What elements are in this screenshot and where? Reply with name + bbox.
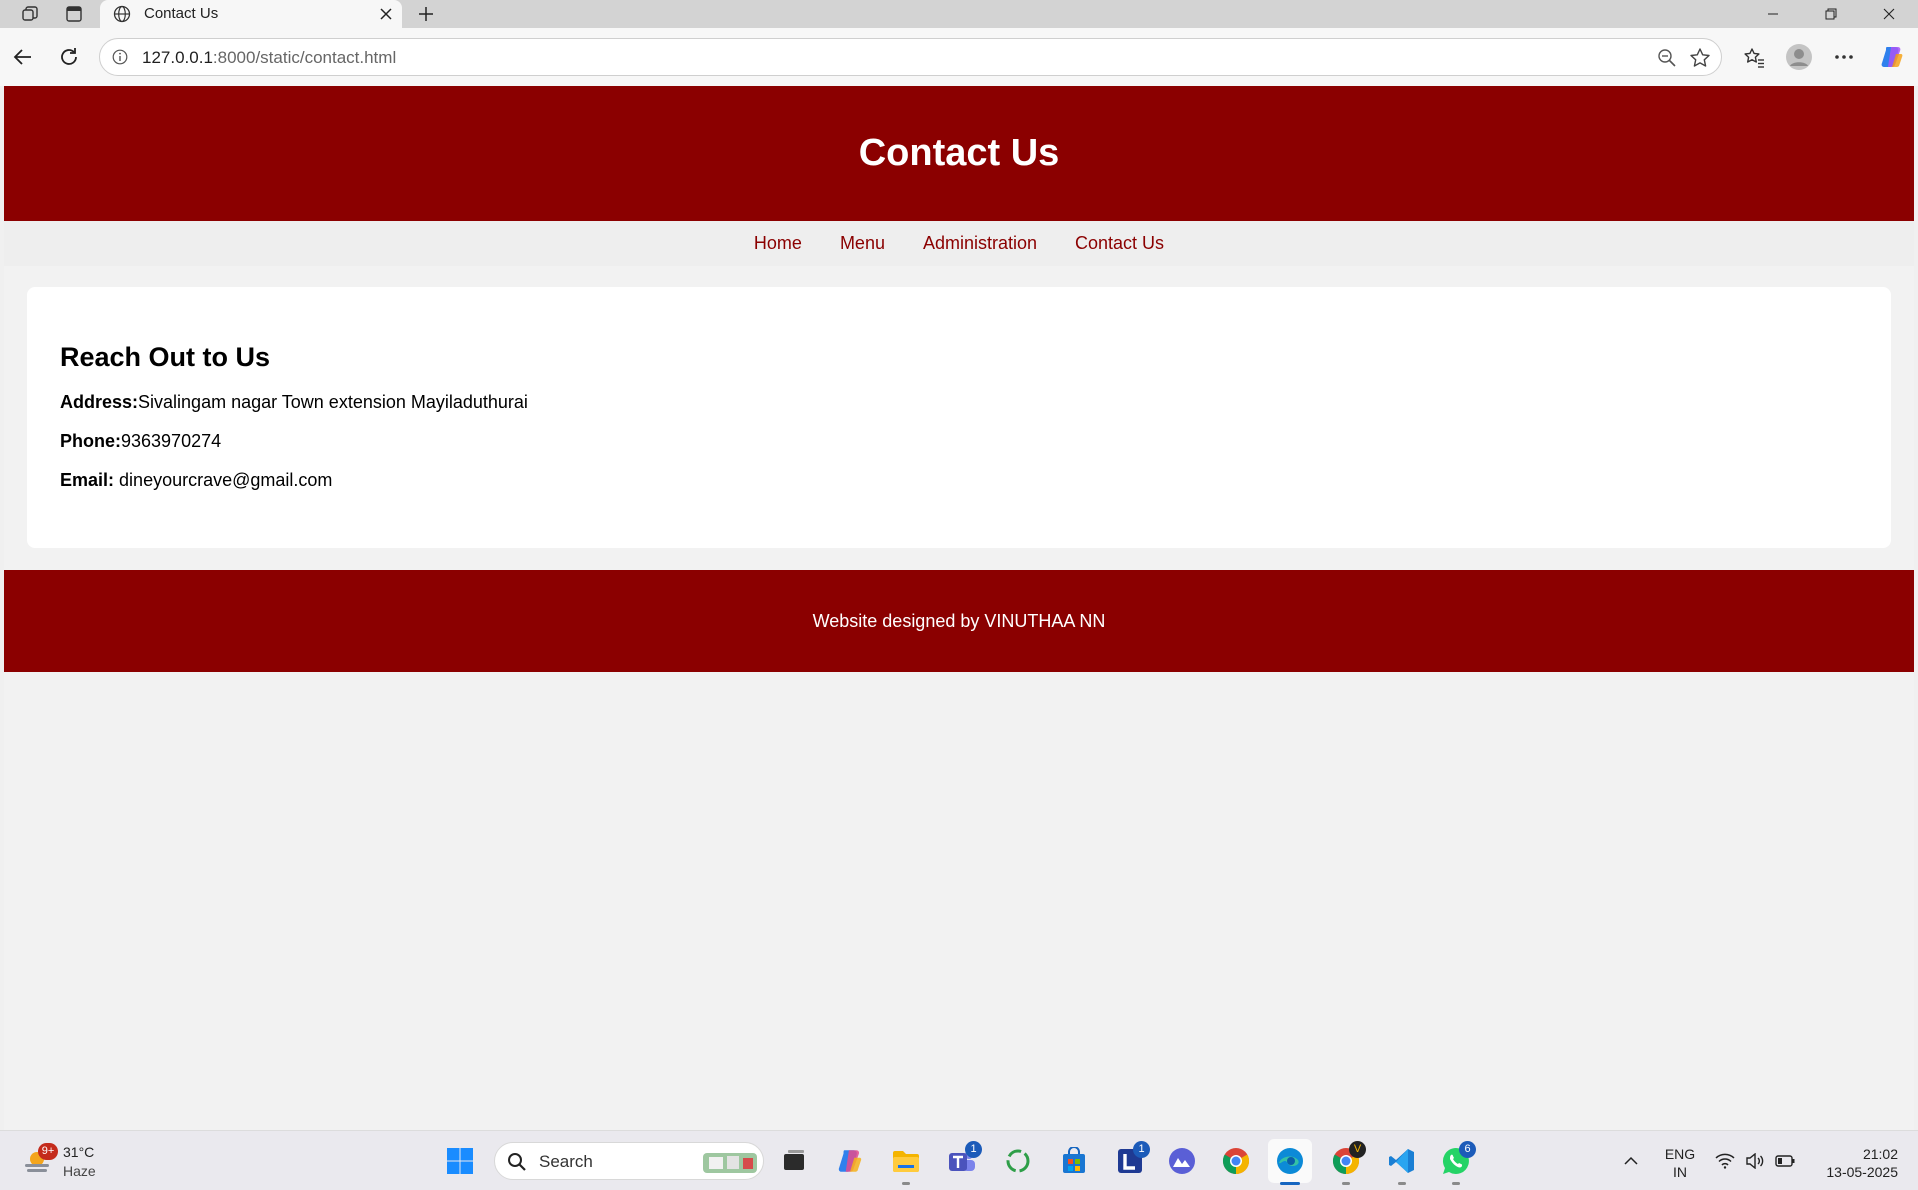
site-footer: Website designed by VINUTHAA NN: [4, 570, 1914, 672]
taskbar-edge[interactable]: [1268, 1139, 1312, 1185]
phone-line: Phone:9363970274: [60, 431, 221, 452]
taskbar-file-explorer[interactable]: [884, 1139, 928, 1185]
url-host: 127.0.0.1: [142, 48, 213, 67]
address-line: Address:Sivalingam nagar Town extension …: [60, 392, 528, 413]
running-indicator: [902, 1182, 910, 1185]
running-indicator: [1342, 1182, 1350, 1185]
page-viewport: Contact Us Home Menu Administration Cont…: [4, 86, 1914, 1130]
taskbar-chrome-profile[interactable]: V: [1324, 1139, 1368, 1185]
back-arrow-icon[interactable]: [7, 41, 39, 73]
weather-temp: 31°C: [63, 1144, 95, 1160]
tab-title: Contact Us: [144, 5, 219, 22]
taskbar-whatsapp[interactable]: 6: [1434, 1139, 1478, 1185]
taskbar: 9+ 31°C Haze Search 1 1 V 6 ENG IN 21:02…: [0, 1130, 1918, 1190]
nav-link-menu[interactable]: Menu: [821, 233, 904, 254]
folder-icon: [893, 1151, 919, 1172]
search-highlight-illustration-icon: [703, 1153, 757, 1173]
phone-label: Phone:: [60, 431, 121, 451]
taskbar-l-app[interactable]: 1: [1108, 1139, 1152, 1183]
profile-avatar-icon[interactable]: [1783, 41, 1815, 73]
l-app-notification-badge: 1: [1133, 1141, 1150, 1158]
email-value: dineyourcrave@gmail.com: [119, 470, 333, 490]
address-bar[interactable]: 127.0.0.1:8000/static/contact.html: [99, 38, 1722, 76]
chrome-icon: [1222, 1148, 1250, 1175]
whatsapp-notification-badge: 6: [1459, 1141, 1476, 1158]
site-nav: Home Menu Administration Contact Us: [4, 221, 1914, 266]
taskbar-task-view[interactable]: [772, 1139, 816, 1183]
url-text: 127.0.0.1:8000/static/contact.html: [142, 48, 396, 68]
start-button[interactable]: [438, 1139, 482, 1183]
language-code: ENG: [1664, 1146, 1696, 1162]
edge-icon: [1277, 1148, 1303, 1174]
mountain-app-icon: [1169, 1148, 1195, 1174]
phone-value: 9363970274: [121, 431, 222, 451]
store-icon: [1063, 1147, 1085, 1173]
workspaces-icon[interactable]: [14, 1, 46, 27]
show-hidden-icons-chevron-icon[interactable]: [1620, 1150, 1642, 1172]
battery-icon[interactable]: [1774, 1150, 1796, 1172]
weather-badge: 9+: [38, 1143, 58, 1160]
email-label: Email:: [60, 470, 115, 490]
footer-credit: Website designed by VINUTHAA NN: [812, 610, 1106, 631]
clock-date: 13-05-2025: [1826, 1164, 1898, 1180]
windows-logo-icon: [447, 1148, 473, 1174]
chrome-profile-badge: V: [1349, 1141, 1366, 1158]
globe-icon: [112, 4, 132, 24]
refresh-icon[interactable]: [53, 41, 85, 73]
task-view-icon: [784, 1150, 804, 1170]
vscode-icon: [1389, 1149, 1414, 1173]
clock-time: 21:02: [1862, 1146, 1898, 1162]
taskbar-copilot[interactable]: [828, 1139, 872, 1183]
favorite-star-icon[interactable]: [1686, 44, 1714, 72]
section-heading: Reach Out to Us: [60, 342, 271, 372]
more-options-icon[interactable]: [1828, 41, 1860, 73]
address-value: Sivalingam nagar Town extension Mayiladu…: [138, 392, 528, 412]
page-title: Contact Us: [858, 132, 1060, 174]
taskbar-teams[interactable]: 1: [940, 1139, 984, 1183]
wifi-icon[interactable]: [1714, 1150, 1736, 1172]
site-header: Contact Us: [4, 86, 1914, 221]
close-tab-icon[interactable]: [374, 2, 398, 26]
taskbar-refresh-app[interactable]: [996, 1139, 1040, 1183]
contact-card: Reach Out to Us Address:Sivalingam nagar…: [27, 287, 1891, 548]
taskbar-vscode[interactable]: [1380, 1139, 1424, 1185]
clock[interactable]: 21:02 13-05-2025: [1810, 1145, 1898, 1181]
language-indicator[interactable]: ENG IN: [1662, 1145, 1698, 1181]
running-indicator: [1398, 1182, 1406, 1185]
search-icon: [508, 1153, 526, 1171]
close-window-icon[interactable]: [1860, 0, 1918, 28]
browser-tab-strip: Contact Us: [0, 0, 1918, 28]
minimize-icon[interactable]: [1744, 0, 1802, 28]
url-path: :8000/static/contact.html: [212, 48, 397, 67]
copilot-app-icon: [838, 1150, 862, 1172]
zoom-out-icon[interactable]: [1653, 44, 1681, 72]
weather-condition: Haze: [63, 1163, 96, 1179]
taskbar-store[interactable]: [1052, 1139, 1096, 1183]
site-info-icon[interactable]: [110, 47, 130, 67]
email-line: Email: dineyourcrave@gmail.com: [60, 470, 332, 491]
taskbar-mountain-app[interactable]: [1160, 1139, 1204, 1183]
taskbar-chrome[interactable]: [1214, 1139, 1258, 1183]
circular-arrows-icon: [1006, 1149, 1030, 1173]
new-tab-button[interactable]: [410, 1, 442, 27]
running-indicator: [1280, 1182, 1300, 1185]
vertical-tabs-icon[interactable]: [58, 1, 90, 27]
taskbar-search[interactable]: Search: [494, 1142, 764, 1180]
browser-tab-active[interactable]: Contact Us: [100, 0, 402, 28]
search-placeholder: Search: [539, 1152, 593, 1171]
restore-icon[interactable]: [1802, 0, 1860, 28]
weather-widget[interactable]: 9+ 31°C Haze: [18, 1143, 108, 1183]
copilot-icon[interactable]: [1876, 41, 1908, 73]
nav-link-contact-us[interactable]: Contact Us: [1056, 233, 1183, 254]
nav-link-home[interactable]: Home: [735, 233, 821, 254]
language-region: IN: [1673, 1164, 1687, 1180]
nav-link-administration[interactable]: Administration: [904, 233, 1056, 254]
running-indicator: [1452, 1182, 1460, 1185]
address-label: Address:: [60, 392, 139, 412]
volume-icon[interactable]: [1744, 1150, 1766, 1172]
browser-toolbar: 127.0.0.1:8000/static/contact.html: [0, 28, 1918, 86]
favorites-icon[interactable]: [1738, 41, 1770, 73]
teams-notification-badge: 1: [965, 1141, 982, 1158]
